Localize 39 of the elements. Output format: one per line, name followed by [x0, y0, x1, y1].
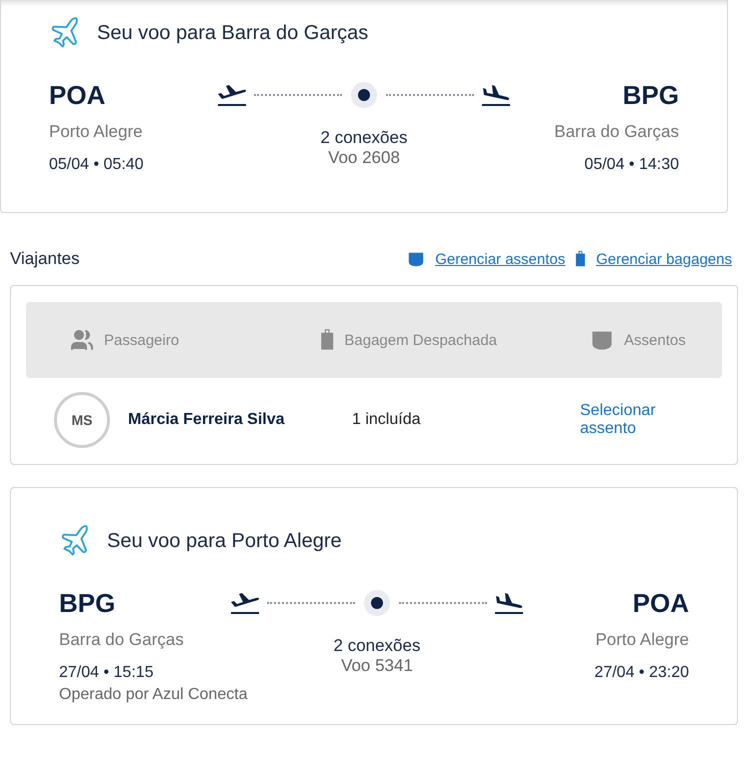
section-title: Viajantes	[10, 249, 80, 269]
flight-title: Seu voo para Porto Alegre	[107, 530, 342, 552]
column-header: Assentos	[624, 332, 686, 348]
arrival-time: 05/04 • 14:30	[584, 156, 679, 174]
select-seat-link[interactable]: Selecionar assento	[580, 402, 680, 438]
airport-code: BPG	[622, 80, 679, 110]
connection-dot	[358, 89, 370, 101]
connections-count: 2 conexões	[334, 636, 420, 656]
flight-title: Seu voo para Barra do Garças	[97, 22, 368, 44]
column-header: Bagagem Despachada	[344, 332, 497, 348]
city-name: Porto Alegre	[595, 630, 689, 650]
arrival-time: 27/04 • 23:20	[594, 664, 689, 682]
manage-link[interactable]: Gerenciar assentos	[435, 250, 566, 268]
flight-number: Voo 2608	[328, 148, 400, 168]
avatar-initials: MS	[54, 392, 110, 448]
airport-code: POA	[49, 80, 106, 110]
city-name: Barra do Garças	[554, 122, 679, 142]
departure-time: 27/04 • 15:15	[59, 664, 154, 682]
luggage-icon	[320, 328, 334, 352]
column-header: Passageiro	[104, 332, 180, 348]
takeoff-icon	[216, 82, 248, 108]
seat-icon	[407, 250, 426, 268]
operator-text: Operado por Azul Conecta	[59, 686, 248, 704]
departure-time: 05/04 • 05:40	[49, 156, 144, 174]
landing-icon	[480, 82, 512, 108]
passenger-name: Márcia Ferreira Silva	[128, 411, 285, 429]
landing-icon	[493, 590, 525, 616]
city-name: Porto Alegre	[49, 122, 143, 142]
takeoff-icon	[229, 590, 261, 616]
manage-link[interactable]: Gerenciar bagagens	[596, 250, 732, 268]
luggage-icon	[575, 250, 586, 268]
connection-dot	[371, 597, 383, 609]
airport-code: POA	[632, 588, 689, 618]
connections-count: 2 conexões	[320, 128, 408, 148]
city-name: Barra do Garças	[59, 630, 184, 650]
people-icon	[70, 328, 94, 352]
baggage-count: 1 incluída	[352, 411, 422, 429]
flight-number: Voo 5341	[341, 656, 413, 676]
airport-code: BPG	[59, 588, 116, 618]
